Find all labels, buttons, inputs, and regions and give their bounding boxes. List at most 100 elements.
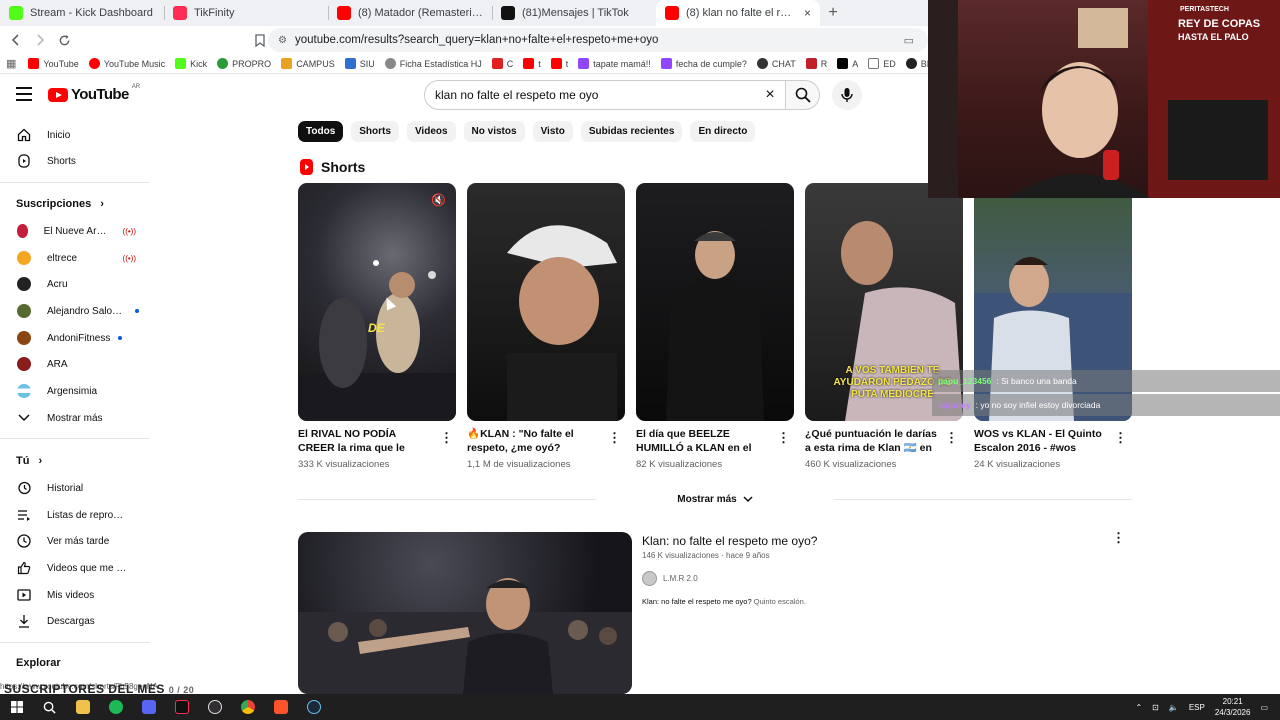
sidebar-item-playlists[interactable]: Listas de reproducc... [0,502,150,528]
short-thumbnail[interactable] [467,183,625,421]
bookmark-ed[interactable]: ED [868,58,896,69]
tab-tikfinity[interactable]: TikFinity [164,0,328,26]
taskbar-app-obs[interactable] [198,694,231,720]
sidebar-show-more[interactable]: Mostrar más [0,405,150,431]
start-button[interactable] [0,694,33,720]
more-options-icon[interactable]: ⋮ [608,430,621,446]
taskbar-app-spotify[interactable] [99,694,132,720]
taskbar-app-chrome[interactable] [231,694,264,720]
short-title[interactable]: El día que BEELZE HUMILLÓ a KLAN en el Q… [636,427,770,455]
new-tab-button[interactable]: + [820,0,846,26]
bookmark-propro[interactable]: PROPRO [217,58,271,69]
bookmark-campus[interactable]: CAMPUS [281,58,335,69]
bookmark-youtube[interactable]: YouTube [28,58,79,69]
chip-todos[interactable]: Todos [298,121,344,142]
address-bar[interactable]: ⚙ youtube.com/results?search_query=klan+… [268,28,928,52]
taskbar-app-brave[interactable] [264,694,297,720]
bookmark-t2[interactable]: t [550,58,568,69]
search-field[interactable]: × [424,80,786,110]
sidebar-item-liked-videos[interactable]: Videos que me gus... [0,555,150,581]
show-more-shorts-button[interactable]: Mostrar más [596,488,834,510]
network-icon[interactable]: ⊡ [1152,703,1159,712]
taskbar-app-explorer[interactable] [66,694,99,720]
clear-search-icon[interactable]: × [755,81,785,109]
more-options-icon[interactable]: ⋮ [1114,430,1127,446]
sidebar-item-subscription[interactable]: Argensimia [0,378,150,404]
chip-subidas-recientes[interactable]: Subidas recientes [580,121,683,142]
bookmark-br[interactable]: BR [905,58,928,69]
bookmark-c[interactable]: C [491,58,513,69]
more-options-icon[interactable]: ⋮ [945,430,958,446]
tab-youtube-search[interactable]: (8) klan no falte el respeto me o × [656,0,820,26]
close-tab-icon[interactable]: × [804,6,811,20]
more-options-icon[interactable]: ⋮ [440,430,453,446]
sidebar-item-downloads[interactable]: Descargas [0,608,150,634]
short-title[interactable]: El RIVAL NO PODÍA CREER la rima que le T… [298,427,432,455]
bookmark-tapate[interactable]: tapate mamá!! [578,58,651,69]
more-options-icon[interactable]: ⋮ [777,430,790,446]
video-title[interactable]: Klan: no falte el respeto me oyo? [642,534,817,548]
taskbar-app-discord[interactable] [132,694,165,720]
sidebar-item-subscription[interactable]: AndoniFitness [0,325,150,351]
search-input[interactable] [435,88,755,102]
short-thumbnail[interactable]: DE 🔇 [298,183,456,421]
taskbar-app-steam[interactable] [297,694,330,720]
bookmark-chat[interactable]: CHAT [756,58,796,69]
sidebar-item-subscription[interactable]: Alejandro Salom... [0,298,150,324]
bookmark-a[interactable]: A [837,58,858,69]
bookmark-ficha[interactable]: Ficha Estadística HJ [384,58,482,69]
subscriptions-heading[interactable]: Suscripciones › [16,198,104,210]
you-heading[interactable]: Tú › [16,455,42,467]
sidebar-item-subscription[interactable]: ARA [0,351,150,377]
chip-visto[interactable]: Visto [532,121,573,142]
bookmark-kick[interactable]: Kick [175,58,207,69]
search-button[interactable] [786,80,820,110]
tab-kick-dashboard[interactable]: Stream - Kick Dashboard [0,0,164,26]
sidebar-item-historial[interactable]: Historial [0,475,150,501]
bookmark-cumple[interactable]: fecha de cumple? [660,58,747,69]
bookmark-star-icon[interactable] [250,30,270,50]
language-indicator[interactable]: ESP [1189,703,1205,712]
bookmark-siu[interactable]: SIU [344,58,375,69]
chip-en-directo[interactable]: En directo [690,121,756,142]
sidebar-item-subscription[interactable]: Acru [0,271,150,297]
short-title[interactable]: ¿Qué puntuación le darías a esta rima de… [805,427,939,455]
apps-icon[interactable]: ▦ [6,57,16,70]
sidebar-item-shorts[interactable]: Shorts [0,148,150,174]
menu-icon[interactable] [16,87,32,101]
video-thumbnail[interactable] [298,532,632,694]
notifications-icon[interactable]: ▭ [1260,703,1268,712]
reload-button[interactable] [54,30,74,50]
sidebar-item-inicio[interactable]: Inicio [0,122,150,148]
short-title[interactable]: 🔥KLAN : "No falte el respeto, ¿me oyó? [467,427,601,455]
chevron-up-icon[interactable]: ⌃ [1135,703,1142,712]
volume-icon[interactable]: 🔈 [1169,703,1179,712]
bookmark-youtube-music[interactable]: YouTube Music [88,58,165,69]
short-thumbnail[interactable] [636,183,794,421]
sidebar-item-subscription[interactable]: eltrece ((•)) [0,245,150,271]
mute-icon[interactable]: 🔇 [431,193,446,207]
tab-matador[interactable]: (8) Matador (Remasterizado 2008) - [328,0,492,26]
tab-tiktok[interactable]: (81)Mensajes | TikTok [492,0,656,26]
sidebar-item-watch-later[interactable]: Ver más tarde [0,528,150,554]
site-info-icon[interactable]: ⚙ [278,35,287,46]
youtube-icon [523,58,535,69]
taskbar-search[interactable] [33,694,66,720]
chip-no-vistos[interactable]: No vistos [463,121,525,142]
taskbar-app-tiktok[interactable] [165,694,198,720]
voice-search-button[interactable] [832,80,862,110]
short-title[interactable]: WOS vs KLAN - El Quinto Escalon 2016 - #… [974,427,1108,455]
sidebar-item-my-videos[interactable]: Mis videos [0,582,150,608]
video-channel[interactable]: L.M.R 2.0 [642,571,698,586]
back-button[interactable] [6,30,26,50]
chip-videos[interactable]: Videos [406,121,456,142]
clock[interactable]: 20:21 24/3/2026 [1215,696,1251,718]
chip-shorts[interactable]: Shorts [351,121,399,142]
youtube-logo[interactable]: YouTube AR [48,84,140,103]
more-options-icon[interactable]: ⋮ [1112,530,1125,546]
cast-icon[interactable]: ▭ [904,34,914,47]
bookmark-r[interactable]: R [805,58,827,69]
bookmark-t1[interactable]: t [523,58,541,69]
forward-button[interactable] [30,30,50,50]
sidebar-item-subscription[interactable]: El Nueve Argenti... ((•)) [0,218,150,244]
